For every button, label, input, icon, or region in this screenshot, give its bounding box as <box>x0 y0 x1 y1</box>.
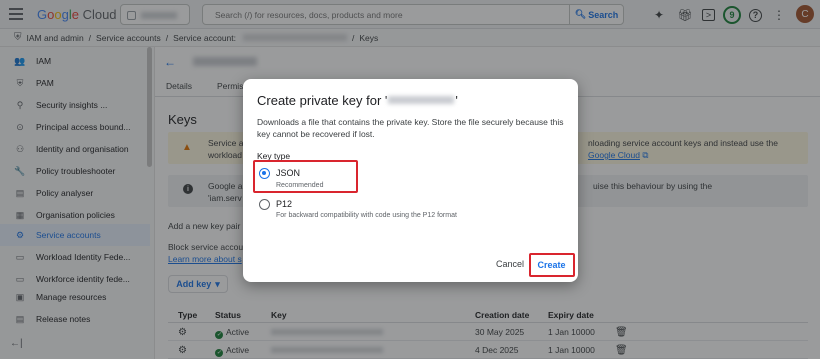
create-button-highlight: Create <box>529 253 575 277</box>
service-account-name-redacted <box>388 96 455 104</box>
json-radio[interactable] <box>259 168 270 179</box>
json-option-label[interactable]: JSON <box>276 168 300 178</box>
json-option-sublabel: Recommended <box>276 182 324 189</box>
p12-radio[interactable] <box>259 199 270 210</box>
dialog-title: Create private key for ' ' <box>257 93 458 108</box>
dialog-title-prefix: Create private key for ' <box>257 93 388 108</box>
p12-option-label[interactable]: P12 <box>276 199 292 209</box>
create-private-key-dialog: Create private key for ' ' Downloads a fi… <box>243 79 578 282</box>
p12-option-sublabel: For backward compatibility with code usi… <box>276 212 457 219</box>
dialog-title-suffix: ' <box>455 93 458 108</box>
dialog-description: Downloads a file that contains the priva… <box>257 117 564 139</box>
create-button[interactable]: Create <box>533 257 570 272</box>
cancel-button[interactable]: Cancel <box>496 259 524 269</box>
